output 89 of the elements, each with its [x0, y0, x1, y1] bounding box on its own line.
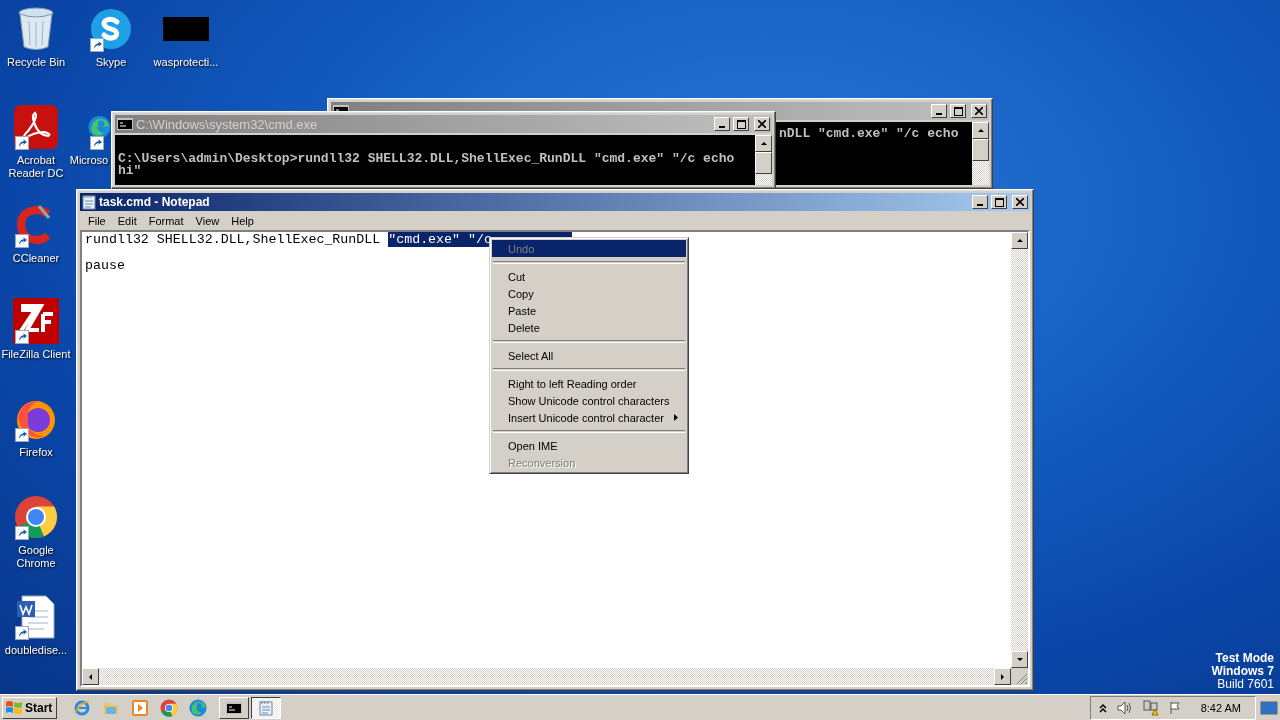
scroll-up-button[interactable]	[1011, 232, 1028, 249]
icon-label: CCleaner	[12, 252, 60, 265]
maximize-button[interactable]	[733, 117, 749, 131]
menu-item[interactable]: Cut	[492, 268, 686, 285]
windows-logo-icon	[5, 699, 23, 716]
notice-text: Build 7601	[1217, 678, 1274, 691]
scroll-down-button[interactable]	[1011, 651, 1028, 668]
maximize-icon	[953, 106, 963, 116]
console-line: hi"	[118, 165, 142, 177]
icon-label: FileZilla Client	[1, 348, 71, 361]
size-grip-icon[interactable]	[1016, 673, 1028, 685]
chrome-icon[interactable]	[160, 698, 179, 717]
menu-item[interactable]: Paste	[492, 302, 686, 319]
scroll-thumb[interactable]	[972, 139, 989, 161]
filezilla-icon	[13, 298, 59, 344]
scroll-left-button[interactable]	[82, 668, 99, 685]
window-title: C:\Windows\system32\cmd.exe	[136, 116, 318, 132]
vertical-scrollbar[interactable]	[1011, 232, 1028, 668]
menu-item[interactable]: Insert Unicode control character	[492, 409, 686, 426]
menu-item[interactable]: Open IME	[492, 437, 686, 454]
scroll-up-button[interactable]	[755, 135, 772, 152]
scroll-right-button[interactable]	[994, 668, 1011, 685]
flag-icon[interactable]	[1168, 700, 1183, 715]
console-icon	[226, 701, 243, 714]
maximize-icon	[736, 119, 746, 129]
icon-label: Acrobat Reader DC	[7, 154, 65, 180]
show-hidden-icons-icon[interactable]	[1098, 702, 1107, 713]
menu-item[interactable]: File	[82, 214, 112, 227]
desktop-shortcut[interactable]	[13, 298, 59, 344]
maximize-button[interactable]	[950, 104, 966, 118]
minimize-button[interactable]	[931, 104, 947, 118]
console-icon	[117, 118, 133, 130]
menu-item[interactable]: Format	[142, 214, 190, 227]
desktop-shortcut[interactable]	[13, 104, 59, 150]
maximize-button[interactable]	[991, 195, 1007, 209]
close-button[interactable]	[754, 117, 770, 131]
down-arrow-icon	[1015, 655, 1024, 664]
menu-item[interactable]: Copy	[492, 285, 686, 302]
console-line: nDLL "cmd.exe" "/c echo	[779, 128, 959, 140]
close-button[interactable]	[1012, 195, 1028, 209]
start-button[interactable]: Start	[2, 696, 58, 719]
menu-item[interactable]: View	[189, 214, 226, 227]
program-icon	[163, 17, 209, 41]
close-icon	[758, 120, 766, 128]
clock[interactable]: 8:42 AM	[1200, 701, 1241, 714]
scroll-up-button[interactable]	[972, 122, 989, 139]
up-arrow-icon	[976, 126, 985, 135]
icon-label: Skype	[95, 56, 127, 69]
icon-label: wasprotecti...	[153, 56, 219, 69]
word-document-icon	[16, 595, 56, 639]
acrobat-icon	[14, 105, 58, 149]
desktop-shortcut[interactable]	[88, 6, 134, 52]
vertical-scrollbar[interactable]	[972, 122, 989, 185]
close-icon	[1016, 198, 1024, 206]
menu-item[interactable]: Right to left Reading order	[492, 375, 686, 392]
close-icon	[975, 107, 983, 115]
menu-item[interactable]: Edit	[111, 214, 143, 227]
taskbar-button[interactable]	[251, 696, 282, 719]
icon-label: Firefox	[19, 446, 53, 459]
console-line: C:\Users\admin\Desktop>rundll32 SHELL32.DLL,ShellExec_RunDLL "cmd.exe" "/c echo	[118, 153, 735, 165]
right-arrow-icon	[998, 672, 1007, 681]
menu-item[interactable]: Delete	[492, 319, 686, 336]
desktop-shortcut[interactable]	[13, 494, 59, 540]
menu-item[interactable]: Select All	[492, 347, 686, 364]
close-button[interactable]	[971, 104, 987, 118]
icon-label: doubledise...	[4, 644, 68, 657]
notepad-icon	[82, 194, 96, 210]
up-arrow-icon	[1015, 236, 1024, 245]
minimize-button[interactable]	[714, 117, 730, 131]
notice-text: Windows 7	[1211, 665, 1274, 678]
up-arrow-icon	[759, 139, 768, 148]
recycle-bin-icon	[17, 7, 55, 51]
vertical-scrollbar[interactable]	[755, 135, 772, 185]
network-warning-icon[interactable]	[1142, 699, 1159, 716]
horizontal-scrollbar[interactable]	[82, 668, 1011, 685]
icon-label: Recycle Bin	[6, 56, 66, 69]
show-desktop-icon[interactable]	[1260, 699, 1278, 716]
window-title: task.cmd - Notepad	[99, 195, 211, 209]
notepad-icon	[259, 699, 274, 716]
menu-item[interactable]: Show Unicode control characters	[492, 392, 686, 409]
speaker-icon[interactable]	[1116, 700, 1133, 715]
icon-label: Microso	[69, 154, 109, 167]
maximize-icon	[994, 197, 1004, 207]
notice-text: Test Mode	[1215, 652, 1274, 665]
scroll-thumb[interactable]	[755, 152, 772, 174]
minimize-button[interactable]	[972, 195, 988, 209]
menu-item[interactable]: Help	[225, 214, 260, 227]
media-player-icon[interactable]	[131, 698, 150, 717]
icon-label: Google Chrome	[15, 544, 57, 570]
